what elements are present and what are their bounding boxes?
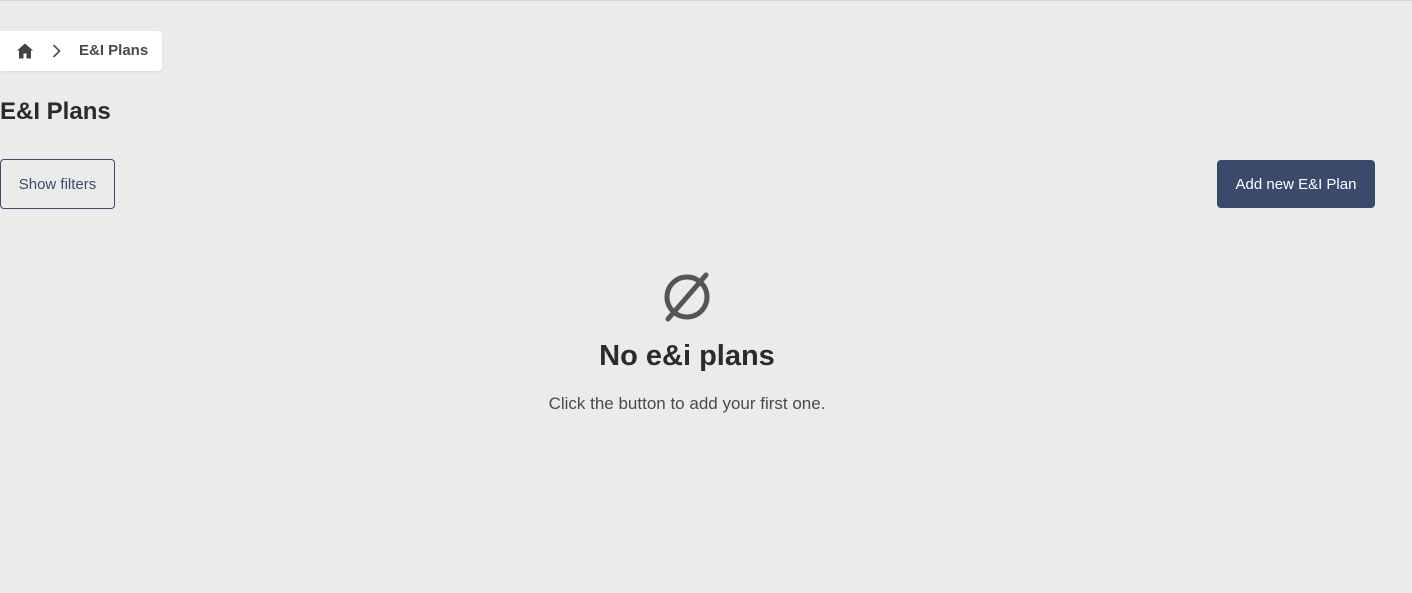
top-divider xyxy=(0,0,1412,1)
breadcrumb-current: E&I Plans xyxy=(79,42,149,59)
empty-state-subtitle: Click the button to add your first one. xyxy=(548,394,826,413)
page-title: E&I Plans xyxy=(0,98,111,125)
empty-set-icon xyxy=(661,271,713,323)
add-plan-button[interactable]: Add new E&I Plan xyxy=(1217,160,1375,208)
home-icon[interactable] xyxy=(16,42,34,60)
show-filters-button[interactable]: Show filters xyxy=(0,159,115,209)
breadcrumb: E&I Plans xyxy=(0,31,162,71)
empty-state-title: No e&i plans xyxy=(599,340,775,372)
chevron-right-icon xyxy=(52,44,62,58)
